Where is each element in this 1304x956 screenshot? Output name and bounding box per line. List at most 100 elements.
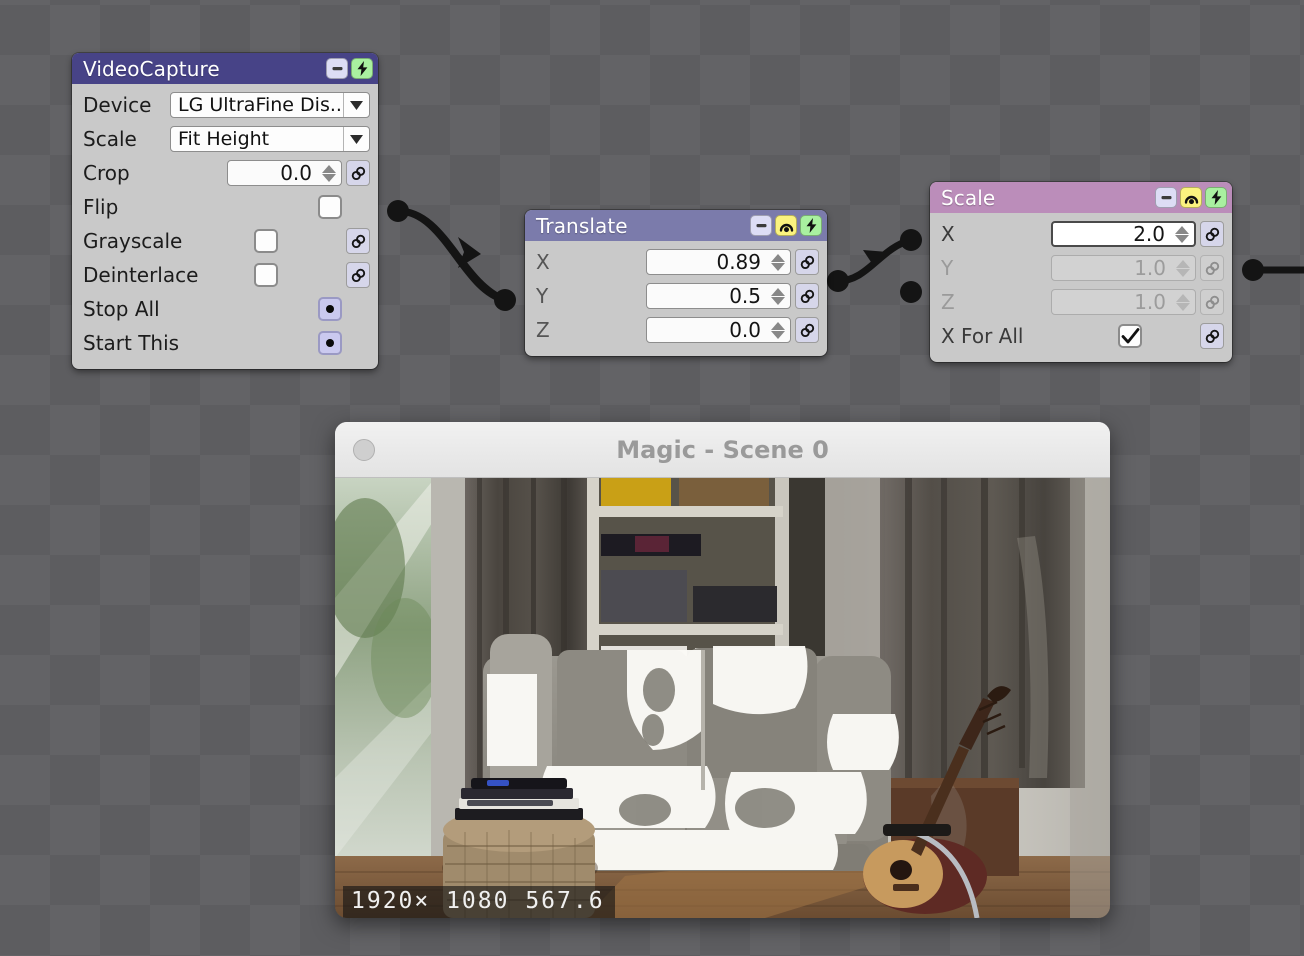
stepper-up-icon[interactable] xyxy=(770,253,785,262)
scale-x-input[interactable]: 2.0 xyxy=(1051,221,1196,247)
row-start-this: Start This xyxy=(72,326,378,360)
node-videocapture[interactable]: VideoCapture Device LG UltraFine Dis... xyxy=(72,53,378,369)
start-this-radio[interactable] xyxy=(318,331,342,355)
translate-y-input[interactable]: 0.5 xyxy=(646,283,791,309)
stepper-up-icon[interactable] xyxy=(1174,225,1189,234)
stepper-down-icon[interactable] xyxy=(770,296,785,305)
row-x: X 0.89 xyxy=(525,245,827,279)
row-z: Z 1.0 xyxy=(930,285,1232,319)
video-frame xyxy=(335,478,1110,918)
row-label: Y xyxy=(536,284,549,308)
chevron-down-icon[interactable] xyxy=(343,127,369,151)
row-label: Device xyxy=(83,93,152,117)
row-label: Flip xyxy=(83,195,119,219)
node-translate[interactable]: Translate X 0.89 Y 0.5 Z 0.0 xyxy=(525,210,827,356)
row-label: Start This xyxy=(83,331,180,355)
row-label: X For All xyxy=(941,324,1024,348)
bolt-icon[interactable] xyxy=(1205,187,1227,208)
node-videocapture-header[interactable]: VideoCapture xyxy=(72,53,378,84)
x-for-all-link-icon[interactable] xyxy=(1200,323,1224,349)
stepper-down-icon xyxy=(1175,302,1190,311)
node-translate-body: X 0.89 Y 0.5 Z 0.0 xyxy=(525,241,827,356)
scale-z-input: 1.0 xyxy=(1051,289,1196,315)
node-translate-header[interactable]: Translate xyxy=(525,210,827,241)
scale-y-link-icon[interactable] xyxy=(1200,255,1224,281)
grayscale-link-icon[interactable] xyxy=(346,228,370,254)
translate-y-link-icon[interactable] xyxy=(795,283,819,309)
stepper-down-icon[interactable] xyxy=(770,330,785,339)
row-stop-all: Stop All xyxy=(72,292,378,326)
row-label: Scale xyxy=(83,127,137,151)
row-y: Y 1.0 xyxy=(930,251,1232,285)
row-label: X xyxy=(941,222,955,246)
deinterlace-link-icon[interactable] xyxy=(346,262,370,288)
translate-z-link-icon[interactable] xyxy=(795,317,819,343)
pendulum-icon[interactable] xyxy=(775,215,797,236)
stop-all-radio[interactable] xyxy=(318,297,342,321)
node-scale-header[interactable]: Scale xyxy=(930,182,1232,213)
deinterlace-checkbox[interactable] xyxy=(254,263,278,287)
scale-z-link-icon[interactable] xyxy=(1200,289,1224,315)
scale-dropdown[interactable]: Fit Height xyxy=(170,126,370,152)
stepper-down-icon[interactable] xyxy=(770,262,785,271)
radio-dot xyxy=(326,339,334,347)
device-dropdown[interactable]: LG UltraFine Dis... xyxy=(170,92,370,118)
node-graph-canvas[interactable]: VideoCapture Device LG UltraFine Dis... xyxy=(0,0,1304,956)
stepper-up-icon[interactable] xyxy=(770,287,785,296)
crop-stepper[interactable] xyxy=(319,161,341,185)
row-label: Crop xyxy=(83,161,130,185)
flip-checkbox[interactable] xyxy=(318,195,342,219)
scale-x-stepper[interactable] xyxy=(1172,223,1194,245)
node-header-buttons xyxy=(1155,187,1227,208)
node-header-buttons xyxy=(326,58,373,79)
crop-value: 0.0 xyxy=(280,161,312,185)
stepper-up-icon xyxy=(1175,259,1190,268)
row-label: Stop All xyxy=(83,297,160,321)
row-grayscale: Grayscale xyxy=(72,224,378,258)
pendulum-icon[interactable] xyxy=(1180,187,1202,208)
node-scale-body: X 2.0 Y 1.0 Z 1.0 X For All xyxy=(930,213,1232,362)
minimize-icon[interactable] xyxy=(1155,187,1177,208)
crop-link-icon[interactable] xyxy=(346,160,370,186)
bolt-icon[interactable] xyxy=(800,215,822,236)
radio-dot xyxy=(326,305,334,313)
chevron-down-icon[interactable] xyxy=(343,93,369,117)
scale-x-link-icon[interactable] xyxy=(1200,221,1224,247)
stepper-up-icon[interactable] xyxy=(321,164,336,173)
row-label: Grayscale xyxy=(83,229,183,253)
node-title: Scale xyxy=(941,185,996,210)
translate-x-stepper[interactable] xyxy=(768,250,790,274)
row-x-for-all: X For All xyxy=(930,319,1232,353)
translate-z-stepper[interactable] xyxy=(768,318,790,342)
translate-z-input[interactable]: 0.0 xyxy=(646,317,791,343)
crop-number-input[interactable]: 0.0 xyxy=(227,160,342,186)
translate-x-input[interactable]: 0.89 xyxy=(646,249,791,275)
row-label: Deinterlace xyxy=(83,263,199,287)
preview-title: Magic - Scene 0 xyxy=(616,435,829,464)
minimize-icon[interactable] xyxy=(750,215,772,236)
grayscale-checkbox[interactable] xyxy=(254,229,278,253)
stepper-up-icon[interactable] xyxy=(770,321,785,330)
node-title: VideoCapture xyxy=(83,56,220,81)
node-title: Translate xyxy=(536,213,628,238)
row-z: Z 0.0 xyxy=(525,313,827,347)
checkmark-icon xyxy=(1121,327,1139,343)
bolt-icon[interactable] xyxy=(351,58,373,79)
translate-x-link-icon[interactable] xyxy=(795,249,819,275)
stepper-down-icon[interactable] xyxy=(321,173,336,182)
translate-y-stepper[interactable] xyxy=(768,284,790,308)
scale-x-value: 2.0 xyxy=(1133,222,1165,246)
row-label: Y xyxy=(941,256,954,280)
x-for-all-checkbox[interactable] xyxy=(1118,324,1142,348)
preview-video-surface[interactable]: 1920× 1080 567.6 xyxy=(335,478,1110,918)
translate-z-value: 0.0 xyxy=(729,318,761,342)
stepper-down-icon[interactable] xyxy=(1174,234,1189,243)
stepper-down-icon xyxy=(1175,268,1190,277)
preview-titlebar[interactable]: Magic - Scene 0 xyxy=(335,422,1110,478)
device-dropdown-value: LG UltraFine Dis... xyxy=(178,94,343,116)
row-crop: Crop 0.0 xyxy=(72,156,378,190)
preview-window[interactable]: Magic - Scene 0 1920× 1080 567.6 xyxy=(335,422,1110,918)
node-scale[interactable]: Scale X 2.0 Y 1.0 Z 1.0 X For All xyxy=(930,182,1232,362)
scale-z-value: 1.0 xyxy=(1134,290,1166,314)
minimize-icon[interactable] xyxy=(326,58,348,79)
